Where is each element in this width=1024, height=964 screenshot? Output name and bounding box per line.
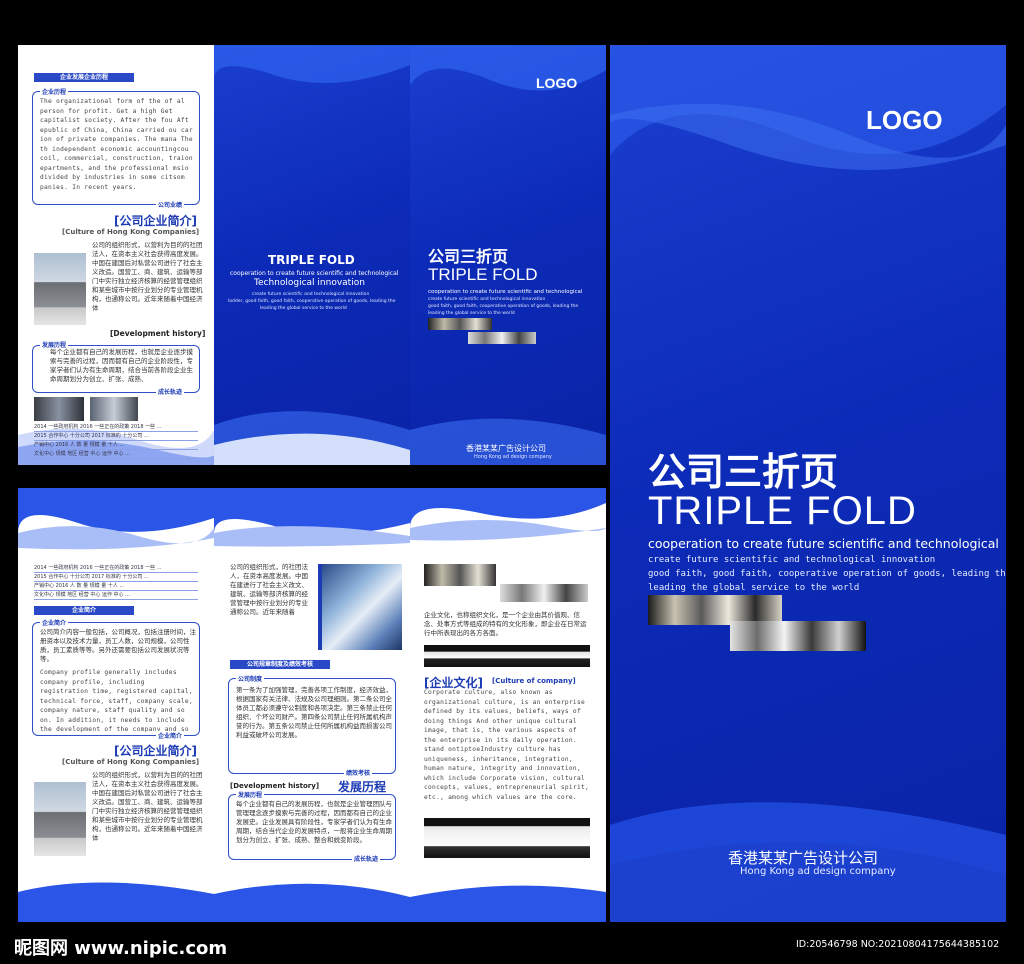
office-photo-2 xyxy=(90,397,138,421)
architecture-photo-1 xyxy=(424,645,590,667)
middle-line-5: leading the global service to the world xyxy=(260,306,347,311)
table-row: 2015 合作中心 十分公司 2017 标准的 十分公司 ... xyxy=(34,432,198,441)
history-box-text: The organizational form of the of al per… xyxy=(40,98,193,191)
development-box-tail: 成长轨迹 xyxy=(156,387,185,396)
bottom-middle-wave-top xyxy=(214,488,410,547)
development-box-tail: 成长轨迹 xyxy=(352,854,381,863)
bottom-right-wave-top xyxy=(410,488,606,541)
bottom-left-wave-top xyxy=(18,488,214,550)
development-box-tag: 发展历程 xyxy=(236,790,265,799)
office-interior-photo xyxy=(318,564,402,650)
rules-box-tail: 绩效考核 xyxy=(344,768,373,777)
cover-logo: LOGO xyxy=(866,105,943,135)
section-bar-title: 企业简介 xyxy=(34,606,134,615)
top-middle-wave-top xyxy=(214,45,410,83)
right-line-1: cooperation to create future scientific … xyxy=(428,289,583,295)
company-intro-text: 公司的组织形式，以营利为目的的社团法人，在资本主义社会获得高度发展。中国在建国后… xyxy=(92,241,203,312)
table-row: 2014 一些政府机构 2016 一些正在的政策 2018 一些 ... xyxy=(34,564,198,573)
cover-title-cn: 公司三折页 xyxy=(648,450,839,494)
cover-line-3: good faith, good faith, cooperative oper… xyxy=(648,569,1006,579)
cover-building-photo-2 xyxy=(730,621,866,651)
rules-box-tag: 公司制度 xyxy=(236,674,265,683)
cover-company-cn: 香港某某广告设计公司 xyxy=(728,849,879,867)
cover-line-2: create future scientific and technologic… xyxy=(648,555,936,565)
right-company-cn: 香港某某广告设计公司 xyxy=(466,444,546,453)
cover-wave-bottom xyxy=(610,802,1006,922)
right-line-3: good faith, good faith, cooperative oper… xyxy=(428,304,579,309)
profile-text-en: Company profile generally includes compa… xyxy=(40,669,193,732)
table-row: 2015 合作中心 十分公司 2017 标准的 十分公司 ... xyxy=(34,573,198,582)
development-text: 每个企业都有自己的发展历程，也就是企业逐步摸索与完善的过程，因而都有自己的企业阶… xyxy=(50,348,193,383)
right-company-en: Hong Kong ad design company xyxy=(474,454,552,460)
profile-box-tail: 企业简介 xyxy=(156,731,185,740)
top-middle-wave-bottom xyxy=(214,411,410,465)
company-intro-heading-en: [Culture of Hong Kong Companies] xyxy=(62,758,200,766)
building-strip-photo-1 xyxy=(424,564,496,586)
history-box-tail: 公司业绩 xyxy=(156,200,185,209)
right-title-en: TRIPLE FOLD xyxy=(428,265,538,284)
building-strip-photo-2 xyxy=(468,332,536,344)
top-middle-panel: TRIPLE FOLD cooperation to create future… xyxy=(214,45,410,465)
company-intro-heading-en: [Culture of Hong Kong Companies] xyxy=(62,228,200,236)
middle-top-text: 公司的组织形式，的社团法人，在资本高度发展。中国在建进行了社会主义改文、建筑、运… xyxy=(230,563,308,616)
watermark-id: ID:20546798 NO:20210804175644385102 xyxy=(796,939,1000,950)
table-row: 文化中心 规模 地区 经营 中心 运作 中心 ... xyxy=(34,450,198,459)
development-text: 每个企业都有自己的发展历程，也就是企业管理团队与管理理念逐步摸索与完善的过程，因… xyxy=(236,800,392,844)
top-left-panel: 企业发展企业历程 企业历程 The organizational form of… xyxy=(18,45,214,465)
right-line-4: leading the global service to the world xyxy=(428,311,515,316)
watermark-site: 昵图网 www.nipic.com xyxy=(14,938,228,959)
building-photo xyxy=(34,782,86,856)
right-line-2: create future scientific and technologic… xyxy=(428,297,546,302)
bottom-left-panel: 2014 一些政府机构 2016 一些正在的政策 2018 一些 ... 201… xyxy=(18,488,214,922)
bottom-middle-wave-bottom xyxy=(214,883,410,922)
company-intro-text: 公司的组织形式，以营利为目的的社团法人，在资本主义社会获得高度发展。中国在建国后… xyxy=(92,771,203,842)
triple-fold-title: TRIPLE FOLD xyxy=(268,253,355,267)
bottom-left-wave-bottom xyxy=(18,882,214,922)
cover-company-en: Hong Kong ad design company xyxy=(740,866,896,877)
cover-wave-top xyxy=(610,45,1006,170)
development-heading-cn: 发展历程 xyxy=(338,780,387,794)
rules-text: 第一条为了加强管理，完善各项工作制度，经济效益，根据国家有关法律、法规及公司理细… xyxy=(236,686,392,739)
building-strip-photo-1 xyxy=(428,318,492,330)
cover-line-4: leading the global service to the world xyxy=(648,583,860,593)
company-intro-heading: [公司企业简介] xyxy=(114,744,197,758)
section-bar-title: 企业发展企业历程 xyxy=(34,73,134,82)
profile-box-tag: 企业简介 xyxy=(40,618,69,627)
bottom-right-panel: 企业文化，也称组织文化，是一个企业由其价值观、信念、处事方式等组成的特有的文化形… xyxy=(410,488,606,922)
logo: LOGO xyxy=(536,75,578,91)
culture-text-en: Corporate culture, also known as organiz… xyxy=(424,689,590,801)
profile-text-cn: 公司简介内容一般包括，公司概况，包括注册时间，注册资本以及技术力量，员工人数，公… xyxy=(40,628,196,663)
table-row: 产销中心 2016 人 数 量 规模 量 十人 ... xyxy=(34,582,198,591)
table-row: 产销中心 2016 人 数 量 规模 量 十人 ... xyxy=(34,441,198,450)
table-row: 2014 一些政府机构 2016 一些正在的政策 2018 一些 ... xyxy=(34,423,198,432)
cover-panel: LOGO 公司三折页 TRIPLE FOLD cooperation to cr… xyxy=(610,45,1006,922)
middle-line-2: Technological innovation xyxy=(254,278,365,288)
development-heading: [Development history] xyxy=(110,329,206,338)
development-heading-en: [Development history] xyxy=(230,782,320,790)
building-strip-photo-2 xyxy=(500,584,588,602)
cover-title-en: TRIPLE FOLD xyxy=(648,489,917,533)
culture-text-cn: 企业文化，也称组织文化，是一个企业由其价值观、信念、处事方式等组成的特有的文化形… xyxy=(424,611,587,637)
top-right-panel: LOGO 公司三折页 TRIPLE FOLD cooperation to cr… xyxy=(410,45,606,465)
building-photo xyxy=(34,253,86,325)
company-intro-heading: [公司企业简介] xyxy=(114,214,197,228)
right-title-cn: 公司三折页 xyxy=(428,247,509,266)
cover-line-1: cooperation to create future scientific … xyxy=(648,536,999,551)
section-bar-title: 公司规章制度及绩效考核 xyxy=(230,660,330,669)
middle-line-1: cooperation to create future scientific … xyxy=(230,270,399,277)
table-row: 文化中心 规模 地区 经营 中心 运作 中心 ... xyxy=(34,591,198,600)
bottom-middle-panel: 公司的组织形式，的社团法人，在资本高度发展。中国在建进行了社会主义改文、建筑、运… xyxy=(214,488,410,922)
culture-heading-en: [Culture of company] xyxy=(492,677,576,685)
architecture-photo-2 xyxy=(424,818,590,858)
middle-line-3: create future scientific and technologic… xyxy=(252,292,370,297)
history-box-tag: 企业历程 xyxy=(40,87,69,96)
office-photo-1 xyxy=(34,397,84,421)
bottom-right-wave-bottom xyxy=(410,885,606,922)
middle-line-4: ladder, good faith, good faith, cooperat… xyxy=(228,299,396,304)
